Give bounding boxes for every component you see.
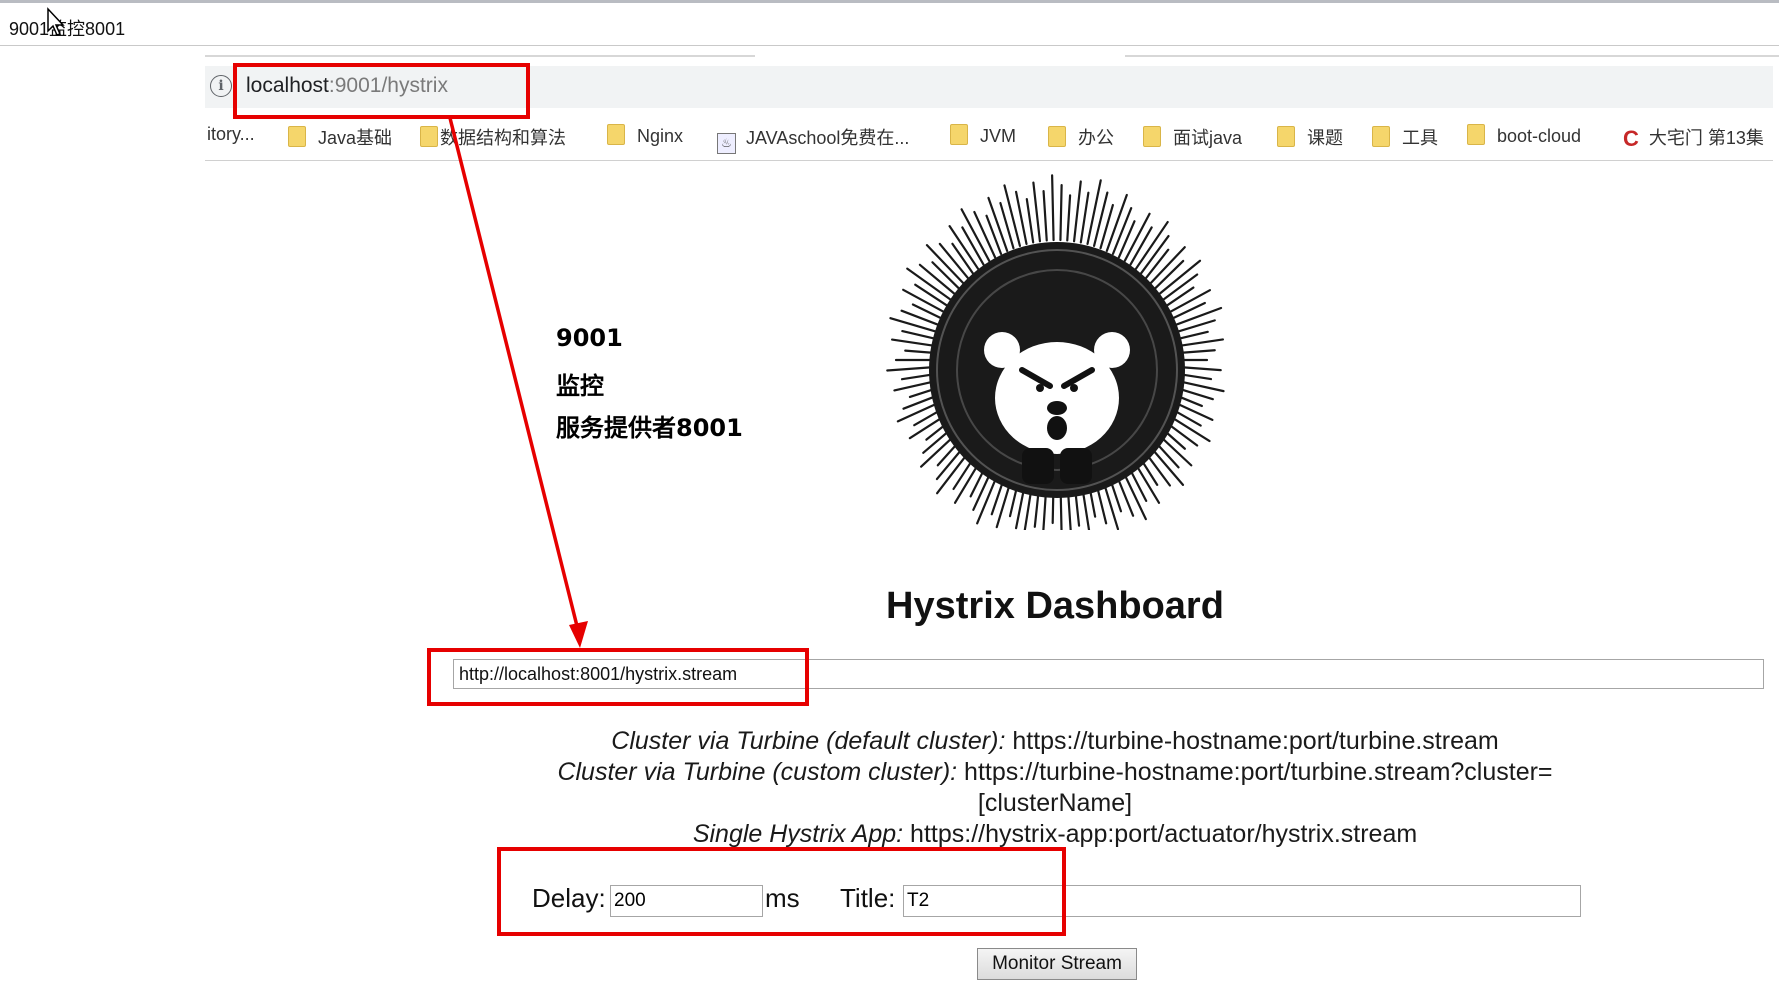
- spike: [1163, 286, 1195, 309]
- spike: [1066, 194, 1072, 242]
- bookmark-item[interactable]: C 大宅门 第13集: [1623, 124, 1764, 152]
- spike: [985, 214, 1003, 255]
- help-turbine-default: Cluster via Turbine (default cluster): h…: [611, 727, 1499, 755]
- folder-icon: [1143, 126, 1161, 147]
- annotation-line-2: 监控: [556, 372, 604, 400]
- folder-icon: [1467, 124, 1485, 145]
- spike: [1051, 174, 1055, 242]
- folder-icon: [950, 124, 968, 145]
- bookmark-item[interactable]: Java基础: [288, 124, 392, 150]
- help-single-app: Single Hystrix App: https://hystrix-app:…: [692, 820, 1418, 848]
- annotation-box-stream: [427, 648, 809, 706]
- bookmark-item[interactable]: 办公: [1048, 124, 1114, 150]
- folder-icon: [607, 124, 625, 145]
- spike: [889, 317, 942, 334]
- mouse-cursor-icon: [47, 7, 65, 36]
- tab-strip-left: [205, 55, 755, 57]
- bookmark-item[interactable]: boot-cloud: [1467, 124, 1581, 147]
- page-title: Hystrix Dashboard: [886, 585, 1224, 627]
- help-turbine-custom-cont: [clusterName]: [977, 789, 1133, 817]
- annotation-box-url: [233, 63, 530, 119]
- folder-icon: [420, 126, 438, 147]
- folder-icon: [1372, 126, 1390, 147]
- page-icon: ♨: [717, 133, 736, 154]
- window-title-bar: [0, 0, 1779, 46]
- spike: [1168, 301, 1206, 321]
- spike: [890, 338, 939, 348]
- bookmark-item[interactable]: Nginx: [607, 124, 683, 147]
- c-logo-icon: C: [1623, 126, 1639, 151]
- help-turbine-custom: Cluster via Turbine (custom cluster): ht…: [557, 758, 1553, 786]
- folder-icon: [1048, 126, 1066, 147]
- annotation-box-delay-title: [497, 847, 1066, 936]
- annotation-line-1: 9001: [556, 324, 623, 352]
- bookmarks-bar: itory... Java基础 数据结构和算法 Nginx ♨ JAVAschoo…: [205, 118, 1779, 154]
- spike: [1117, 220, 1136, 259]
- monitor-stream-button[interactable]: Monitor Stream: [977, 948, 1137, 980]
- tab-strip-right: [1125, 55, 1779, 57]
- site-info-icon[interactable]: i: [210, 75, 232, 97]
- spike: [1171, 306, 1223, 328]
- spike: [1111, 207, 1133, 255]
- spike: [1032, 181, 1042, 243]
- folder-icon: [1277, 126, 1295, 147]
- chrome-divider: [205, 160, 1773, 161]
- hystrix-logo-icon: [886, 174, 1225, 530]
- spike: [1025, 198, 1035, 244]
- bookmark-item[interactable]: ♨ JAVAschool免费在...: [717, 124, 909, 154]
- folder-icon: [288, 126, 306, 147]
- bookmark-item[interactable]: 工具: [1372, 124, 1438, 150]
- spike: [1059, 184, 1063, 242]
- bookmark-item[interactable]: 课题: [1277, 124, 1343, 150]
- spike: [1079, 191, 1090, 244]
- spike: [1072, 180, 1082, 243]
- bookmark-item[interactable]: itory...: [207, 124, 255, 145]
- bookmark-item[interactable]: 面试java: [1143, 124, 1242, 150]
- spike: [1086, 179, 1102, 246]
- annotation-line-3: 服务提供者8001: [556, 414, 743, 442]
- spike: [1175, 338, 1225, 348]
- bookmark-item[interactable]: 数据结构和算法: [420, 124, 566, 150]
- spike: [1042, 189, 1048, 242]
- bookmark-item[interactable]: JVM: [950, 124, 1016, 147]
